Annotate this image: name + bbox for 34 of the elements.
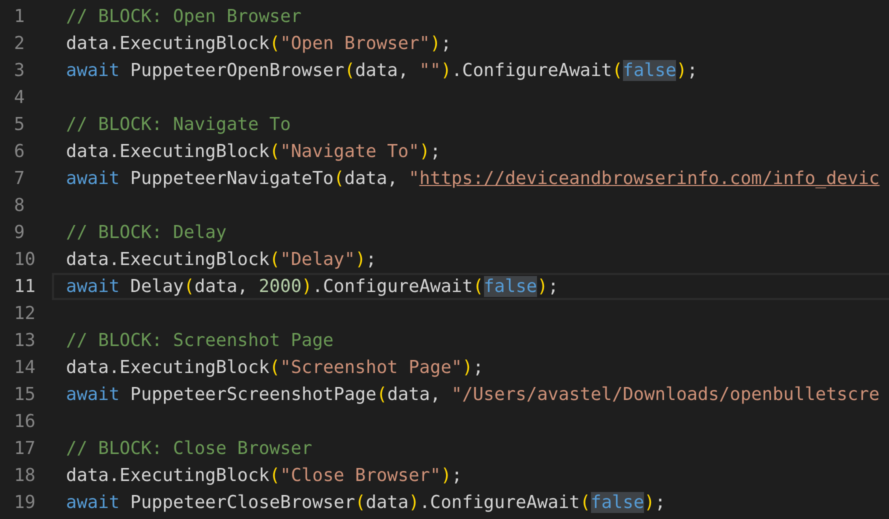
code-line: await Delay(data, 2000).ConfigureAwait(false); — [66, 276, 559, 297]
line-number: 7 — [13, 168, 26, 189]
code-line: // BLOCK: Open Browser — [66, 6, 302, 27]
line-number: 18 — [13, 465, 36, 486]
code-line: await PuppeteerOpenBrowser(data, "").ConfigureAwait(false); — [66, 60, 698, 81]
line-number: 6 — [13, 141, 26, 162]
code-line: // BLOCK: Navigate To — [66, 114, 291, 135]
code-line: data.ExecutingBlock("Open Browser"); — [66, 33, 452, 54]
line-number: 15 — [13, 384, 36, 405]
line-number: 13 — [13, 330, 36, 351]
line-number: 14 — [13, 357, 36, 378]
code-line: // BLOCK: Screenshot Page — [66, 330, 334, 351]
code-line: data.ExecutingBlock("Delay"); — [66, 249, 376, 270]
line-number: 17 — [13, 438, 36, 459]
line-number: 5 — [13, 114, 26, 135]
code-line: // BLOCK: Close Browser — [66, 438, 312, 459]
line-number: 3 — [13, 60, 26, 81]
code-line: data.ExecutingBlock("Navigate To"); — [66, 141, 441, 162]
line-number: 2 — [13, 33, 26, 54]
line-number: 10 — [13, 249, 36, 270]
line-number: 8 — [13, 195, 26, 216]
line-number: 1 — [13, 6, 26, 27]
line-number: 12 — [13, 303, 36, 324]
code-line: // BLOCK: Delay — [66, 222, 227, 243]
code-line: data.ExecutingBlock("Screenshot Page"); — [66, 357, 484, 378]
code-line: data.ExecutingBlock("Close Browser"); — [66, 465, 462, 486]
line-number: 4 — [13, 87, 26, 108]
line-number: 19 — [13, 492, 36, 513]
line-number: 16 — [13, 411, 36, 432]
code-line: await PuppeteerNavigateTo(data, "https://deviceandbrowserinfo.com/info_devic — [66, 168, 880, 189]
line-number: 9 — [13, 222, 26, 243]
code-line: await PuppeteerCloseBrowser(data).ConfigureAwait(false); — [66, 492, 666, 513]
line-number: 11 — [13, 276, 36, 297]
code-line: await PuppeteerScreenshotPage(data, "/Users/avastel/Downloads/openbulletscre — [66, 384, 880, 405]
